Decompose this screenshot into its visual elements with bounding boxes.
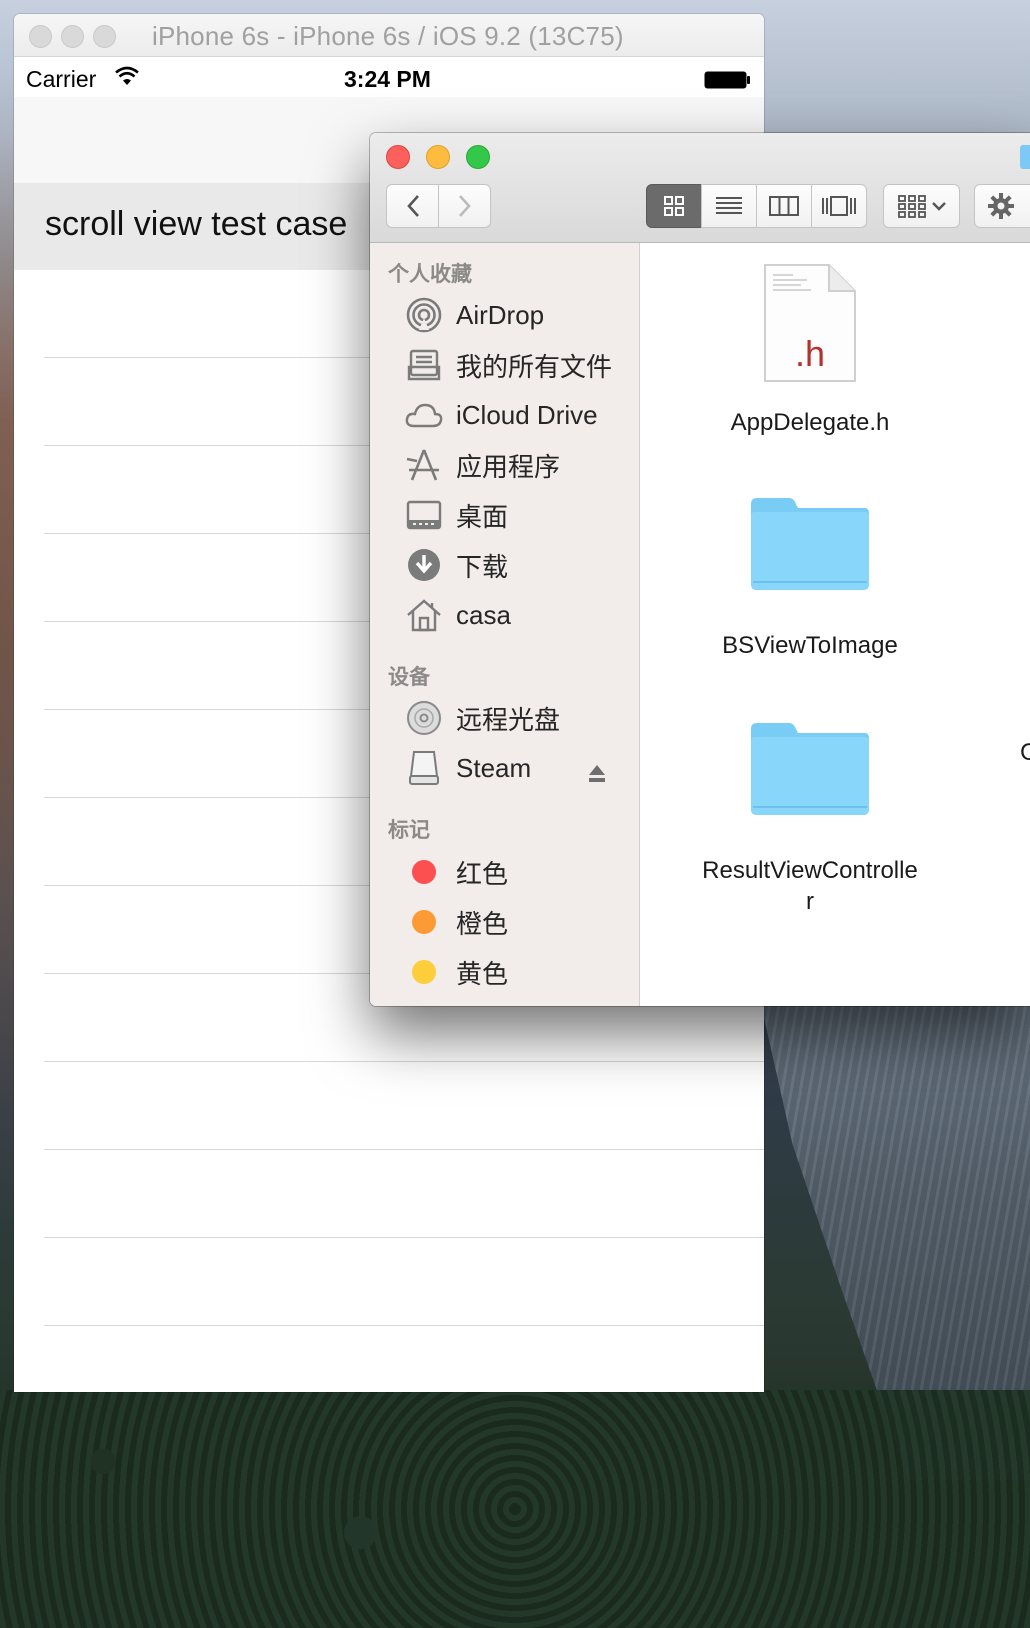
coverflow-view-button[interactable]: [811, 184, 867, 228]
background-forest: [0, 1390, 1030, 1628]
sidebar-item-airdrop[interactable]: AirDrop: [404, 293, 544, 337]
header-file-icon: .h: [763, 263, 857, 383]
sidebar-item-home[interactable]: casa: [404, 593, 511, 637]
yellow-tag-icon: [412, 960, 436, 984]
tag-color-dot-wrap: [404, 902, 444, 942]
finder-sidebar: 个人收藏 AirDrop 我的所有文件 iCloud Drive 应用程序 桌面…: [370, 243, 640, 1006]
column-view-button[interactable]: [756, 184, 812, 228]
finder-close-button[interactable]: [386, 145, 410, 169]
desktop-icon: [404, 495, 444, 535]
folder-name: BSViewToImage: [722, 632, 898, 659]
sidebar-item-label: 红色: [456, 858, 509, 889]
file-item-partial[interactable]: C: [1020, 737, 1030, 768]
sidebar-item-desktop[interactable]: 桌面: [404, 493, 508, 537]
list-view-icon: [716, 197, 742, 214]
view-mode-selector: [646, 184, 867, 228]
sidebar-item-applications[interactable]: 应用程序: [404, 443, 560, 487]
sidebar-item-tag-orange[interactable]: 橙色: [404, 900, 508, 944]
finder-content: .h AppDelegate.h BSViewToImage ResultVie…: [640, 243, 1030, 1006]
wifi-icon: [115, 66, 139, 85]
drive-icon: [404, 748, 444, 788]
tag-color-dot-wrap: [404, 852, 444, 892]
folder-item-bsviewtoimage[interactable]: BSViewToImage: [690, 496, 930, 661]
icon-view-button[interactable]: [646, 184, 702, 228]
file-name: AppDelegate.h: [730, 409, 890, 436]
folder-item-resultviewcontroller[interactable]: ResultViewControlle r: [690, 721, 930, 917]
section-title: scroll view test case: [45, 205, 348, 243]
orange-tag-icon: [412, 910, 436, 934]
status-time: 3:24 PM: [344, 66, 431, 92]
back-button[interactable]: [386, 184, 439, 228]
gear-icon: [988, 193, 1014, 219]
tags-heading: 标记: [388, 819, 430, 842]
sidebar-item-icloud[interactable]: iCloud Drive: [404, 393, 598, 437]
simulator-title: iPhone 6s - iPhone 6s / iOS 9.2 (13C75): [152, 21, 624, 51]
sidebar-item-label: 远程光盘: [456, 704, 561, 735]
sim-zoom-button[interactable]: [93, 25, 116, 48]
sidebar-item-label: 桌面: [456, 501, 509, 532]
icloud-icon: [404, 395, 444, 435]
downloads-icon: [404, 545, 444, 585]
sim-close-button[interactable]: [29, 25, 52, 48]
all-files-icon: [404, 345, 444, 385]
table-row[interactable]: [44, 1238, 764, 1326]
file-name: C: [1020, 739, 1030, 766]
simulator-titlebar: iPhone 6s - iPhone 6s / iOS 9.2 (13C75): [14, 14, 764, 57]
sidebar-item-tag-yellow[interactable]: 黄色: [404, 950, 508, 994]
table-row[interactable]: [44, 1062, 764, 1150]
sidebar-item-label: 我的所有文件: [456, 351, 613, 382]
ios-status-bar: Carrier 3:24 PM: [14, 57, 764, 97]
favorites-heading: 个人收藏: [388, 263, 472, 286]
sidebar-item-label: 应用程序: [456, 451, 561, 482]
sidebar-item-label: 黄色: [456, 958, 509, 989]
tag-button[interactable]: [1020, 145, 1030, 169]
action-button[interactable]: [974, 184, 1030, 228]
table-row[interactable]: [44, 1150, 764, 1238]
devices-heading: 设备: [388, 666, 430, 689]
file-item-appdelegate[interactable]: .h AppDelegate.h: [690, 263, 930, 438]
arrange-button[interactable]: [883, 184, 960, 228]
sidebar-item-all-files[interactable]: 我的所有文件: [404, 343, 612, 387]
red-tag-icon: [412, 860, 436, 884]
airdrop-icon: [404, 295, 444, 335]
sidebar-item-label: Steam: [456, 752, 532, 783]
folder-name-wrap: r: [806, 888, 814, 915]
folder-name: ResultViewControlle: [702, 857, 918, 884]
folder-icon: [749, 496, 871, 592]
finder-zoom-button[interactable]: [466, 145, 490, 169]
remote-disc-icon: [404, 698, 444, 738]
sidebar-item-downloads[interactable]: 下载: [404, 543, 508, 587]
chevron-down-icon: [931, 202, 946, 211]
chevron-left-icon: [406, 195, 419, 217]
sidebar-item-label: iCloud Drive: [456, 399, 598, 430]
sidebar-item-label: 橙色: [456, 908, 509, 939]
carrier-label: Carrier: [26, 66, 97, 92]
icon-view-icon: [664, 196, 684, 216]
sidebar-item-label: AirDrop: [456, 299, 545, 330]
sidebar-item-tag-red[interactable]: 红色: [404, 850, 508, 894]
file-extension-glyph: .h: [795, 333, 825, 374]
list-view-button[interactable]: [701, 184, 757, 228]
applications-icon: [404, 445, 444, 485]
home-icon: [404, 595, 444, 635]
coverflow-view-icon: [822, 196, 856, 216]
finder-minimize-button[interactable]: [426, 145, 450, 169]
sidebar-item-remote-disc[interactable]: 远程光盘: [404, 696, 560, 740]
sidebar-item-label: 下载: [456, 551, 509, 582]
forward-button[interactable]: [438, 184, 491, 228]
finder-window: 个人收藏 AirDrop 我的所有文件 iCloud Drive 应用程序 桌面…: [370, 133, 1030, 1006]
folder-icon: [749, 721, 871, 817]
sidebar-item-steam[interactable]: Steam: [404, 746, 531, 790]
eject-icon[interactable]: [588, 764, 606, 784]
tag-color-dot-wrap: [404, 952, 444, 992]
chevron-right-icon: [458, 195, 471, 217]
arrange-grid-icon: [897, 195, 926, 218]
sim-minimize-button[interactable]: [61, 25, 84, 48]
sidebar-item-label: casa: [456, 599, 511, 630]
battery-icon: [704, 71, 750, 89]
finder-toolbar: [370, 133, 1030, 243]
column-view-icon: [769, 196, 799, 216]
